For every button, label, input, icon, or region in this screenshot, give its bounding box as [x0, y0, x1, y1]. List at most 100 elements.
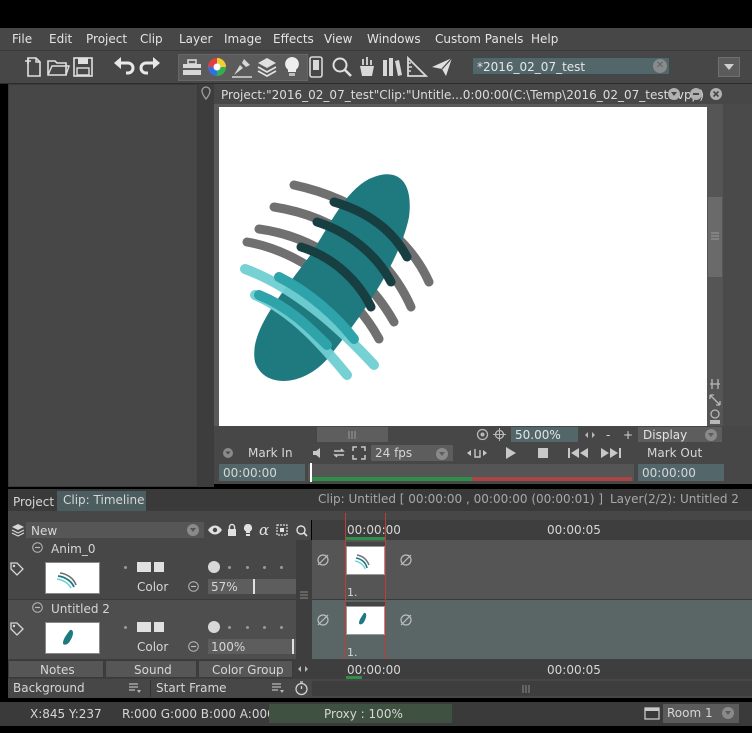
room-dropdown[interactable]: Room 1 [663, 704, 739, 723]
search-icon[interactable] [295, 524, 308, 537]
expand-arrows-icon[interactable] [297, 664, 309, 674]
layer-preserve-icon[interactable] [154, 562, 164, 572]
ruler-icon[interactable] [405, 55, 429, 79]
toolbox-icon[interactable] [180, 55, 204, 79]
phone-icon[interactable] [307, 55, 325, 79]
open-folder-icon[interactable] [46, 55, 70, 79]
undo-icon[interactable] [112, 55, 136, 79]
toolbar-menu-button[interactable] [718, 57, 740, 77]
playhead[interactable] [310, 463, 312, 482]
menu-view[interactable]: View [324, 33, 352, 45]
eye-icon[interactable] [207, 524, 223, 536]
color-dot[interactable] [263, 566, 266, 569]
layer-row-anim-0[interactable]: Anim_0 Color 57% [8, 540, 296, 599]
timer-icon[interactable] [294, 681, 309, 696]
viewer-scroll-thumb[interactable] [708, 197, 722, 277]
stop-icon[interactable] [536, 446, 550, 460]
layer-list-scrollbar[interactable] [296, 540, 312, 659]
color-dot[interactable] [263, 626, 266, 629]
color-dot[interactable] [228, 566, 231, 569]
pot-icon[interactable] [355, 55, 379, 79]
pin-icon[interactable] [201, 86, 211, 100]
empty-frame-icon[interactable] [316, 553, 330, 567]
menu-custom-panels[interactable]: Custom Panels [435, 33, 523, 45]
drawing-canvas[interactable] [219, 107, 707, 426]
layer-mode-icon[interactable] [137, 622, 151, 632]
layers-icon[interactable] [255, 55, 279, 79]
light-table-icon[interactable] [242, 523, 254, 537]
menu-edit[interactable]: Edit [49, 33, 72, 45]
panel-splitter[interactable] [198, 84, 214, 487]
opacity-slider[interactable]: 100% [208, 639, 296, 654]
fast-forward-icon[interactable] [600, 446, 622, 460]
loop-icon[interactable] [332, 446, 346, 460]
zoom-out-button[interactable]: - [606, 429, 610, 441]
notes-button[interactable]: Notes [8, 660, 104, 678]
new-layer-dropdown[interactable]: New [26, 522, 204, 538]
opacity-handle[interactable] [292, 639, 294, 654]
lock-icon[interactable] [226, 523, 238, 537]
layer-preserve-icon[interactable] [154, 622, 164, 632]
tab-clip-timeline[interactable]: Clip: Timeline [57, 491, 146, 511]
color-group-button[interactable]: Color Group [198, 660, 293, 678]
chevron-down-icon[interactable] [435, 447, 449, 461]
redo-icon[interactable] [138, 55, 162, 79]
color-dot[interactable] [208, 621, 220, 633]
collapse-icon[interactable] [32, 542, 43, 553]
tag-icon[interactable] [10, 622, 24, 636]
save-icon[interactable] [71, 55, 95, 79]
color-dot[interactable] [208, 561, 220, 573]
project-name-field[interactable]: *2016_02_07_test ✕ [472, 57, 670, 75]
menu-effects[interactable]: Effects [273, 33, 314, 45]
opacity-handle[interactable] [253, 579, 255, 594]
mark-out-label[interactable]: Mark Out [647, 447, 702, 459]
fit-vertical-icon[interactable] [709, 378, 721, 390]
minimize-icon[interactable] [689, 87, 703, 101]
speaker-icon[interactable] [312, 446, 326, 460]
play-icon[interactable] [503, 446, 517, 460]
alpha-icon[interactable]: α [258, 522, 272, 538]
timeline-horizontal-scrollbar[interactable] [312, 681, 752, 696]
opacity-slider[interactable]: 57% [208, 579, 296, 594]
frame-thumbnail[interactable] [346, 606, 385, 635]
fullscreen-icon[interactable] [352, 446, 366, 460]
zoom-in-button[interactable]: + [623, 429, 633, 441]
color-dot[interactable] [280, 566, 283, 569]
paper-plane-icon[interactable] [430, 55, 454, 79]
zoom-arrows-icon[interactable] [584, 430, 596, 440]
proxy-field[interactable]: Proxy : 100% [269, 704, 452, 723]
layer-thumbnail[interactable] [45, 562, 100, 594]
list-menu-icon[interactable] [128, 682, 142, 694]
frame-thumbnail[interactable] [346, 546, 385, 575]
lightbulb-icon[interactable] [280, 55, 304, 79]
chevron-down-icon[interactable] [704, 428, 718, 442]
menu-clip[interactable]: Clip [140, 33, 163, 45]
layers-stack-icon[interactable] [11, 523, 25, 537]
color-dot[interactable] [246, 626, 249, 629]
resize-icon[interactable] [709, 394, 721, 406]
layer-row-untitled-2[interactable]: Untitled 2 Color 100% [8, 600, 296, 659]
menu-project[interactable]: Project [86, 33, 127, 45]
opacity-minus-icon[interactable] [188, 641, 199, 652]
select-frame-icon[interactable] [276, 524, 288, 536]
opacity-minus-icon[interactable] [188, 581, 199, 592]
hand-icon[interactable] [466, 446, 488, 460]
rotate-icon[interactable] [476, 428, 489, 441]
color-dot[interactable] [280, 626, 283, 629]
menu-image[interactable]: Image [224, 33, 262, 45]
new-document-icon[interactable] [22, 55, 46, 79]
color-dot[interactable] [228, 626, 231, 629]
rewind-icon[interactable] [567, 446, 589, 460]
list-menu-icon[interactable] [271, 682, 285, 694]
mark-in-label[interactable]: Mark In [248, 447, 293, 459]
color-dot[interactable] [246, 566, 249, 569]
sound-button[interactable]: Sound [105, 660, 197, 678]
menu-help[interactable]: Help [531, 33, 558, 45]
color-wheel-icon[interactable] [205, 55, 229, 79]
camera-icon[interactable] [709, 409, 721, 425]
collapse-icon[interactable] [32, 602, 43, 613]
clear-icon[interactable]: ✕ [653, 59, 667, 73]
brush-tools-icon[interactable] [230, 55, 254, 79]
menu-windows[interactable]: Windows [367, 33, 421, 45]
viewer-menu-icon[interactable] [667, 87, 681, 101]
